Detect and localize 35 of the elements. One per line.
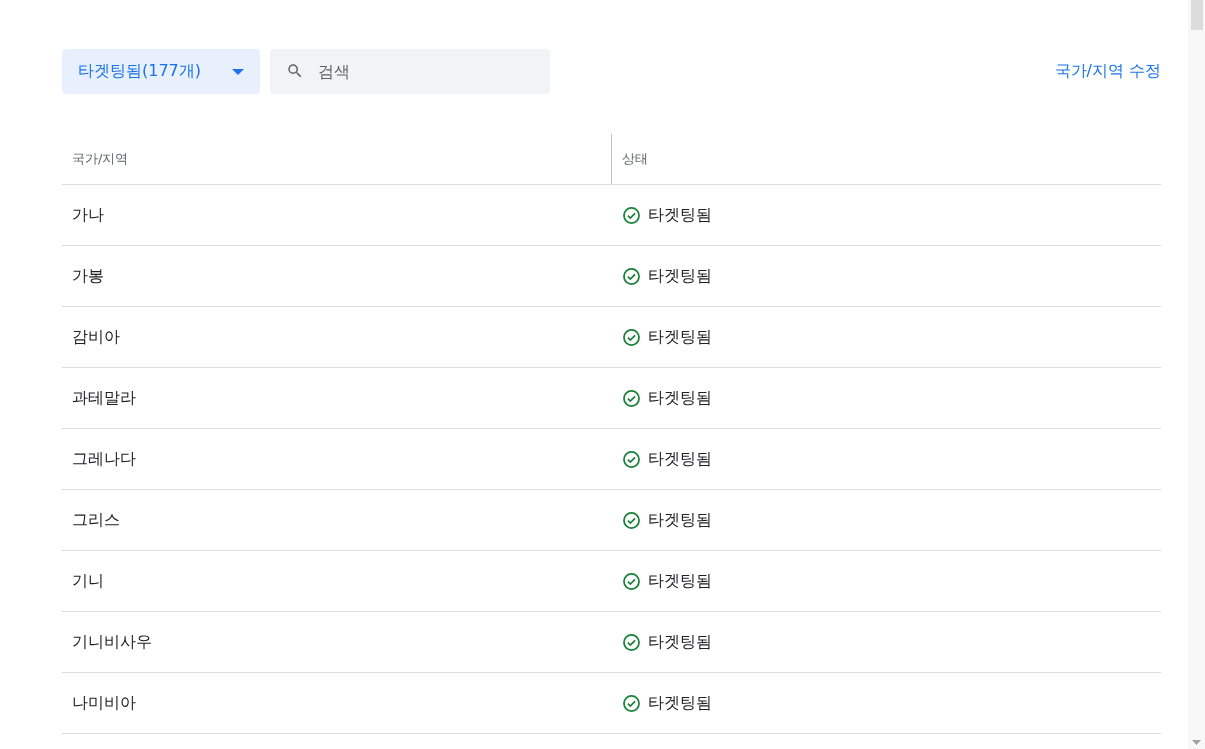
status-text: 타겟팅됨 [648,570,712,592]
column-header: 국가/지역 [72,150,129,168]
scrollbar-thumb[interactable] [1191,0,1203,30]
country-name: 감비아 [72,326,120,346]
country-name: 그리스 [72,509,120,529]
country-name: 나미비아 [72,692,136,712]
country-name: 가봉 [72,265,104,285]
check-circle-icon [622,327,641,347]
status-text: 타겟팅됨 [648,204,712,226]
check-circle-icon [622,510,641,530]
check-circle-icon [622,632,641,652]
status-text: 타겟팅됨 [648,692,712,714]
check-circle-icon [622,449,641,469]
country-name: 기니비사우 [72,631,152,651]
edit-countries-link[interactable]: 국가/지역 수정 [1054,61,1161,82]
country-name: 그레나다 [72,448,136,468]
status-text: 타겟팅됨 [648,265,712,287]
status-text: 타겟팅됨 [648,326,712,348]
check-circle-icon [622,388,641,408]
check-circle-icon [622,266,641,286]
status-text: 타겟팅됨 [648,509,712,531]
check-circle-icon [622,205,641,225]
scroll-down-arrow-icon[interactable] [1192,740,1201,745]
status-text: 타겟팅됨 [648,387,712,409]
column-header: 상태 [622,150,648,168]
search-field[interactable]: 검색 [270,49,550,94]
check-circle-icon [622,693,641,713]
caret-icon [232,68,244,75]
status-text: 타겟팅됨 [648,448,712,470]
country-name: 기니 [72,570,104,590]
country-name: 가나 [72,204,104,224]
country-name: 과테말라 [72,387,136,407]
filter-dropdown[interactable]: 타겟팅됨(177개) [62,49,260,94]
status-text: 타겟팅됨 [648,631,712,653]
check-circle-icon [622,571,641,591]
